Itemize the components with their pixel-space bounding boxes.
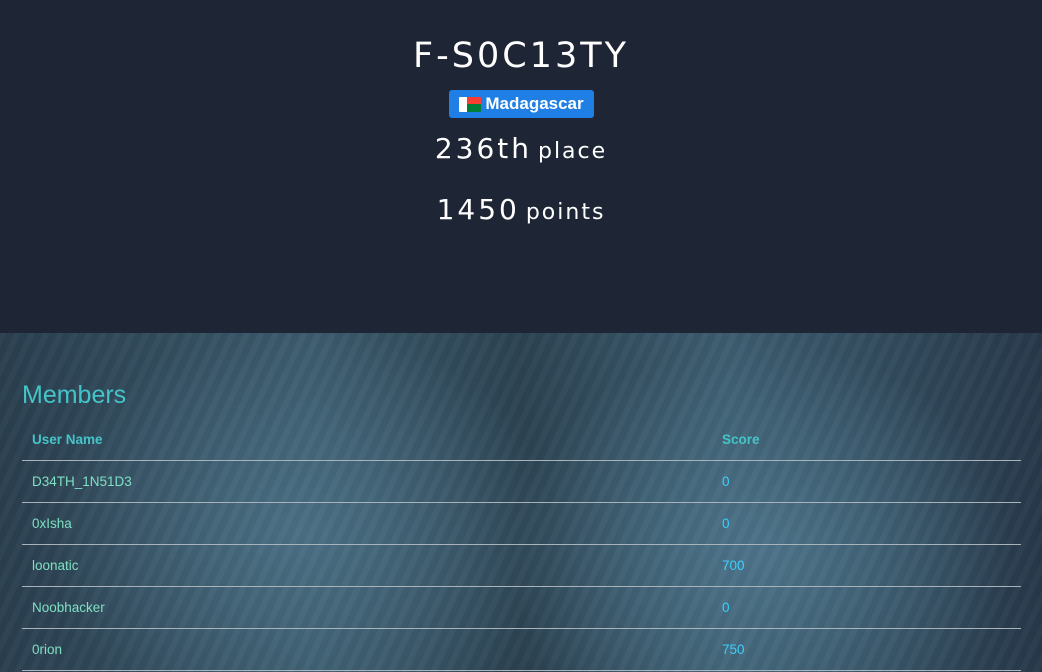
member-user-link[interactable]: loonatic	[32, 558, 79, 573]
member-user-link[interactable]: 0xIsha	[32, 516, 72, 531]
place-label: place	[537, 139, 608, 164]
team-header: F-S0C13TY Madagascar 236th place 1450 poin…	[0, 0, 1042, 333]
member-score: 0	[722, 516, 730, 531]
member-user-link[interactable]: 0rion	[32, 642, 62, 657]
country-badge[interactable]: Madagascar	[449, 90, 594, 118]
country-name: Madagascar	[485, 94, 584, 113]
column-header-user-name: User Name	[22, 419, 712, 461]
table-row: 0rion 750	[22, 628, 1021, 671]
table-row: Noobhacker 0	[22, 586, 1021, 629]
column-header-score: Score	[712, 419, 1021, 461]
table-row: loonatic 700	[22, 544, 1021, 587]
points-label: points	[525, 200, 606, 225]
table-header-row: User Name Score	[22, 419, 1021, 461]
madagascar-flag-icon	[459, 96, 482, 112]
members-title: Members	[22, 381, 127, 409]
table-row: D34TH_1N51D3 0	[22, 460, 1021, 503]
team-name: F-S0C13TY	[413, 36, 629, 76]
member-score: 0	[722, 474, 730, 489]
members-table: User Name Score D34TH_1N51D3 0 0xIsha 0 …	[22, 419, 1021, 671]
points-value: 1450	[436, 193, 520, 226]
members-section: Members User Name Score D34TH_1N51D3 0 0…	[0, 333, 1042, 672]
member-score: 0	[722, 600, 730, 615]
member-score: 750	[722, 642, 745, 657]
member-user-link[interactable]: Noobhacker	[32, 600, 105, 615]
team-points: 1450 points	[0, 193, 1042, 226]
member-score: 700	[722, 558, 745, 573]
table-row: 0xIsha 0	[22, 502, 1021, 545]
member-user-link[interactable]: D34TH_1N51D3	[32, 474, 132, 489]
team-place: 236th place	[0, 132, 1042, 165]
place-rank: 236th	[434, 132, 532, 165]
